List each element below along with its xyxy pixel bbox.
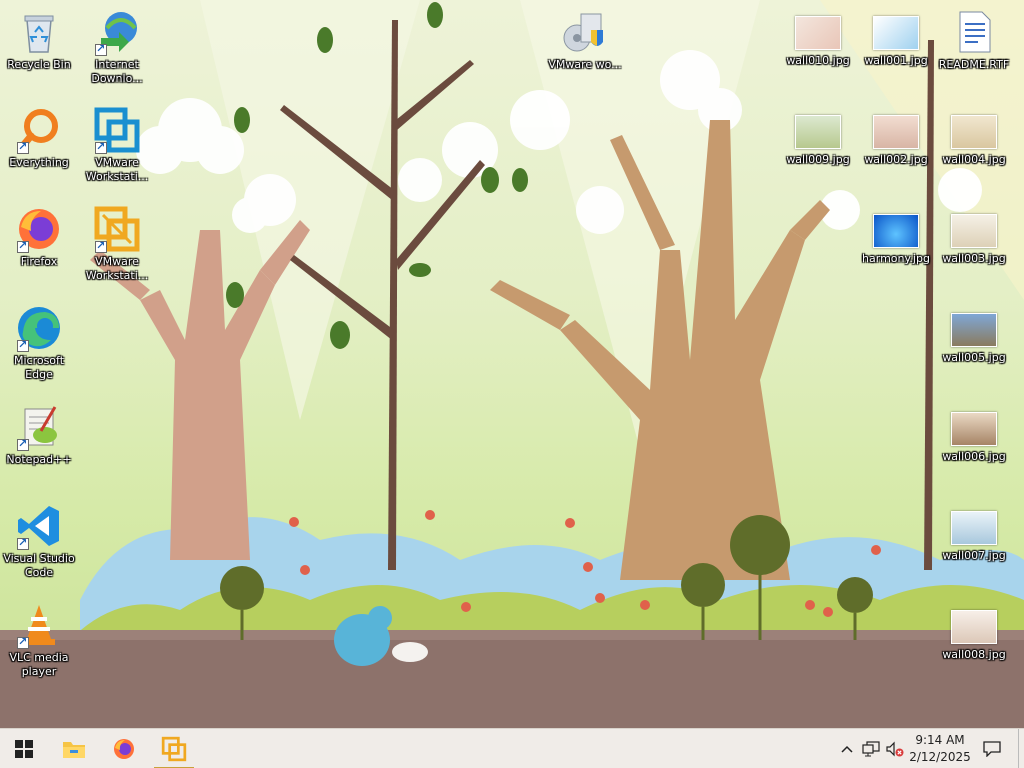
desktop-icon-label: Firefox (20, 255, 58, 268)
vmware-workstation-icon (161, 736, 187, 762)
taskbar: 9:14 AM 2/12/2025 (0, 728, 1024, 768)
rtf-document-icon (950, 8, 998, 56)
image-thumbnail-icon (795, 115, 841, 149)
volume-muted-icon (886, 741, 904, 757)
image-thumbnail-icon (951, 412, 997, 446)
desktop-icon-label: VMware wo... (548, 58, 622, 71)
desktop-icon-label: wall010.jpg (786, 54, 850, 67)
desktop-icon-label: wall003.jpg (942, 252, 1006, 265)
shortcut-arrow-icon (17, 338, 29, 352)
network-status-button[interactable] (860, 729, 882, 768)
shortcut-arrow-icon (17, 140, 29, 154)
desktop-file-wall005[interactable]: wall005.jpg (935, 305, 1013, 365)
image-thumbnail-icon (951, 214, 997, 248)
desktop-icon-label: wall002.jpg (864, 153, 928, 166)
image-thumbnail-icon (873, 115, 919, 149)
desktop-file-wall006[interactable]: wall006.jpg (935, 404, 1013, 464)
action-center-button[interactable] (978, 729, 1006, 768)
image-thumbnail-icon (873, 16, 919, 50)
image-thumbnail-icon (951, 313, 997, 347)
windows-start-icon (15, 740, 33, 758)
desktop-file-harmony[interactable]: harmony.jpg (857, 206, 935, 266)
desktop-icon-label: Notepad++ (6, 453, 72, 466)
desktop-icon-label: wall008.jpg (942, 648, 1006, 661)
shortcut-arrow-icon (17, 635, 29, 649)
firefox-icon (15, 205, 63, 253)
taskbar-firefox[interactable] (100, 729, 148, 768)
desktop-icon-label: harmony.jpg (862, 252, 930, 265)
desktop-icon-label: Everything (9, 156, 69, 169)
desktop-icon-label: Internet Downlo... (91, 58, 143, 85)
clock-time: 9:14 AM (915, 733, 965, 747)
vlc-icon (15, 601, 63, 649)
desktop-icon-recycle-bin[interactable]: Recycle Bin (0, 8, 78, 72)
desktop-icon-notepad-plus-plus[interactable]: Notepad++ (0, 403, 78, 467)
show-desktop-button[interactable] (1018, 729, 1024, 768)
taskbar-vmware-workstation[interactable] (150, 729, 198, 768)
shortcut-arrow-icon (17, 437, 29, 451)
network-icon (862, 741, 880, 757)
desktop-icon-label: VMware Workstati... (85, 255, 149, 282)
taskbar-clock[interactable]: 9:14 AM 2/12/2025 (906, 732, 974, 766)
vscode-icon (15, 502, 63, 550)
desktop-icon-label: wall006.jpg (942, 450, 1006, 463)
internet-download-manager-icon (93, 8, 141, 56)
vmware-workstation-pro-icon (93, 205, 141, 253)
desktop-icon-label: wall004.jpg (942, 153, 1006, 166)
vmware-installer-icon (561, 8, 609, 56)
notification-icon (983, 741, 1001, 757)
desktop-icon-label: wall001.jpg (864, 54, 928, 67)
shortcut-arrow-icon (17, 239, 29, 253)
vmware-workstation-icon (93, 106, 141, 154)
volume-button[interactable] (884, 729, 906, 768)
desktop-file-readme-rtf[interactable]: README.RTF (935, 8, 1013, 72)
edge-icon (15, 304, 63, 352)
desktop-icon-label: wall009.jpg (786, 153, 850, 166)
desktop-icon-visual-studio-code[interactable]: Visual Studio Code (0, 502, 78, 580)
file-explorer-icon (63, 742, 85, 758)
recycle-bin-icon (15, 8, 63, 56)
desktop-file-wall003[interactable]: wall003.jpg (935, 206, 1013, 266)
desktop-file-wall010[interactable]: wall010.jpg (779, 8, 857, 68)
clock-date: 2/12/2025 (909, 750, 971, 764)
desktop-icon-label: Visual Studio Code (3, 552, 75, 579)
desktop-icon-label: VMware Workstati... (85, 156, 149, 183)
everything-search-icon (15, 106, 63, 154)
chevron-up-icon (841, 745, 853, 753)
desktop-icon-label: wall007.jpg (942, 549, 1006, 562)
show-hidden-icons-button[interactable] (836, 729, 858, 768)
start-button[interactable] (0, 729, 48, 768)
shortcut-arrow-icon (95, 239, 107, 253)
desktop-file-wall002[interactable]: wall002.jpg (857, 107, 935, 167)
notepad-plus-plus-icon (15, 403, 63, 451)
desktop-icon-label: Recycle Bin (7, 58, 71, 71)
desktop-icon-everything[interactable]: Everything (0, 106, 78, 170)
desktop-icon-firefox[interactable]: Firefox (0, 205, 78, 269)
shortcut-arrow-icon (17, 536, 29, 550)
image-thumbnail-icon (951, 115, 997, 149)
desktop-file-wall009[interactable]: wall009.jpg (779, 107, 857, 167)
image-thumbnail-icon (873, 214, 919, 248)
image-thumbnail-icon (951, 610, 997, 644)
desktop-file-wall008[interactable]: wall008.jpg (935, 602, 1013, 662)
desktop-icon-vmware-workstation[interactable]: VMware Workstati... (78, 106, 156, 184)
image-thumbnail-icon (795, 16, 841, 50)
image-thumbnail-icon (951, 511, 997, 545)
shortcut-arrow-icon (95, 140, 107, 154)
desktop-file-wall004[interactable]: wall004.jpg (935, 107, 1013, 167)
desktop-file-wall001[interactable]: wall001.jpg (857, 8, 935, 68)
shortcut-arrow-icon (95, 42, 107, 56)
desktop-icon-label: Microsoft Edge (13, 354, 65, 381)
desktop-icon-vmware-installer[interactable]: VMware wo... (546, 8, 624, 72)
desktop-icon-microsoft-edge[interactable]: Microsoft Edge (0, 304, 78, 382)
desktop-icon-label: README.RTF (938, 58, 1010, 71)
desktop-icon-vlc-media-player[interactable]: VLC media player (0, 601, 78, 679)
desktop-icon-internet-download-manager[interactable]: Internet Downlo... (78, 8, 156, 86)
taskbar-file-explorer[interactable] (50, 729, 98, 768)
desktop-icon-vmware-workstation-pro[interactable]: VMware Workstati... (78, 205, 156, 283)
desktop-icon-label: wall005.jpg (942, 351, 1006, 364)
desktop-file-wall007[interactable]: wall007.jpg (935, 503, 1013, 563)
firefox-icon (114, 739, 134, 759)
desktop-icon-label: VLC media player (9, 651, 69, 678)
